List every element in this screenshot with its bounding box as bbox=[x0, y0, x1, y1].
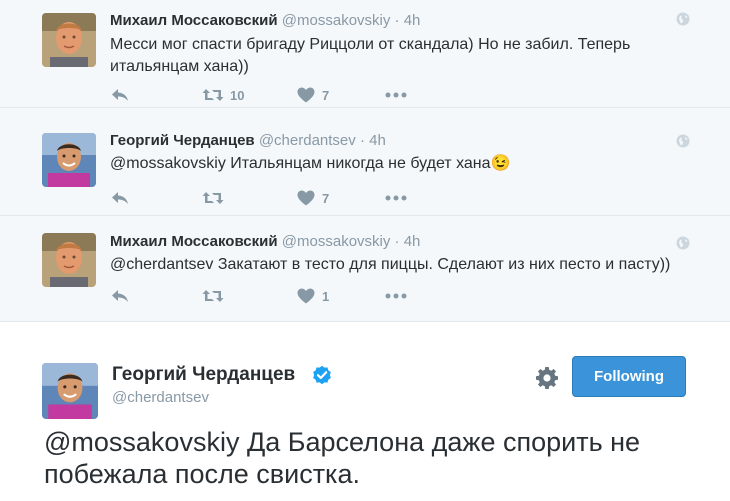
author-name[interactable]: Георгий Черданцев bbox=[110, 132, 255, 149]
following-button[interactable]: Following bbox=[572, 356, 686, 397]
tweet-text: @cherdantsev Закатают в тесто для пиццы.… bbox=[110, 256, 671, 273]
tweet-header: Георгий Черданцев @cherdantsev · 4h bbox=[110, 132, 386, 149]
more-icon bbox=[384, 188, 408, 208]
tweet-text: Месси мог спасти бригаду Риццоли от скан… bbox=[110, 36, 631, 75]
author-handle[interactable]: @mossakovskiy bbox=[282, 233, 391, 250]
like-button[interactable]: 1 bbox=[296, 286, 329, 306]
author-handle[interactable]: @cherdantsev bbox=[259, 132, 356, 149]
more-icon bbox=[384, 286, 408, 306]
tweet-text-body: @mossakovskiy Итальянцам никогда не буде… bbox=[110, 155, 491, 172]
author-name[interactable]: Михаил Моссаковский bbox=[110, 12, 278, 29]
timestamp[interactable]: 4h bbox=[404, 12, 421, 29]
reply-tweet[interactable]: Михаил Моссаковский @mossakovskiy · 4h @… bbox=[0, 216, 730, 322]
avatar-image bbox=[42, 13, 96, 67]
avatar[interactable] bbox=[42, 133, 96, 187]
timestamp[interactable]: 4h bbox=[369, 132, 386, 149]
retweet-icon bbox=[202, 286, 224, 306]
like-icon bbox=[296, 85, 316, 105]
reply-icon bbox=[110, 85, 130, 105]
more-icon bbox=[384, 85, 408, 105]
separator-dot: · bbox=[394, 12, 400, 29]
like-button[interactable]: 7 bbox=[296, 188, 329, 208]
gear-icon[interactable] bbox=[536, 367, 558, 389]
retweet-button[interactable] bbox=[202, 286, 224, 306]
reply-tweet[interactable]: Георгий Черданцев @cherdantsev · 4h @mos… bbox=[0, 108, 730, 216]
main-tweet: Георгий Черданцев @cherdantsev Following… bbox=[0, 323, 730, 501]
tweet-actions: 10 7 bbox=[110, 85, 430, 105]
wink-emoji: 😉 bbox=[490, 155, 511, 172]
avatar[interactable] bbox=[42, 13, 96, 67]
like-button[interactable]: 7 bbox=[296, 85, 329, 105]
avatar[interactable] bbox=[42, 233, 96, 287]
retweet-icon bbox=[202, 188, 224, 208]
retweet-button[interactable]: 10 bbox=[202, 85, 244, 105]
globe-icon bbox=[676, 12, 690, 26]
tweet-actions: 1 bbox=[110, 286, 430, 306]
avatar[interactable] bbox=[42, 363, 98, 419]
more-button[interactable] bbox=[384, 286, 408, 306]
tweet-text: @mossakovskiy Да Барселона даже спорить … bbox=[44, 427, 641, 489]
timestamp[interactable]: 4h bbox=[404, 233, 421, 250]
reply-button[interactable] bbox=[110, 188, 130, 208]
like-icon bbox=[296, 188, 316, 208]
like-count: 7 bbox=[322, 190, 330, 206]
globe-icon bbox=[676, 134, 690, 148]
reply-button[interactable] bbox=[110, 286, 130, 306]
author-handle[interactable]: @mossakovskiy bbox=[282, 12, 391, 29]
like-count: 1 bbox=[322, 288, 330, 304]
like-icon bbox=[296, 286, 316, 306]
tweet-actions: 7 bbox=[110, 188, 430, 208]
tweet-header: Михаил Моссаковский @mossakovskiy · 4h bbox=[110, 233, 420, 250]
reply-icon bbox=[110, 286, 130, 306]
avatar-image bbox=[42, 363, 98, 419]
author-name[interactable]: Михаил Моссаковский bbox=[110, 233, 278, 250]
reply-icon bbox=[110, 188, 130, 208]
globe-icon bbox=[676, 236, 690, 250]
separator-dot: · bbox=[394, 233, 400, 250]
retweet-count: 10 bbox=[230, 87, 245, 103]
like-count: 7 bbox=[322, 87, 330, 103]
avatar-image bbox=[42, 233, 96, 287]
tweet-text: @mossakovskiy Итальянцам никогда не буде… bbox=[110, 153, 690, 175]
more-button[interactable] bbox=[384, 85, 408, 105]
author-handle[interactable]: @cherdantsev bbox=[112, 389, 209, 406]
avatar-image bbox=[42, 133, 96, 187]
retweet-icon bbox=[202, 85, 224, 105]
replies-list: Михаил Моссаковский @mossakovskiy · 4h М… bbox=[0, 0, 730, 322]
retweet-button[interactable] bbox=[202, 188, 224, 208]
verified-icon bbox=[313, 365, 331, 385]
reply-tweet[interactable]: Михаил Моссаковский @mossakovskiy · 4h М… bbox=[0, 0, 730, 108]
separator-dot: · bbox=[359, 132, 365, 149]
author-name[interactable]: Георгий Черданцев bbox=[112, 364, 295, 386]
reply-button[interactable] bbox=[110, 85, 130, 105]
tweet-header: Михаил Моссаковский @mossakovskiy · 4h bbox=[110, 12, 420, 29]
more-button[interactable] bbox=[384, 188, 408, 208]
